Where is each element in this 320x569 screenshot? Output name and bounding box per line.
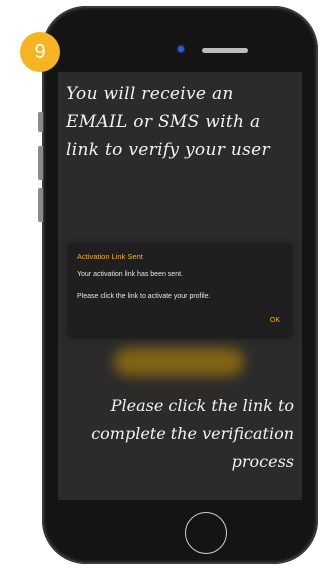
blurred-action-button — [114, 348, 244, 376]
volume-up-button — [38, 146, 43, 180]
headline-line: You will receive an — [66, 84, 234, 104]
speaker-grille-icon — [202, 48, 248, 53]
phone-screen: You will receive an EMAIL or SMS with a … — [58, 72, 302, 500]
front-camera-icon — [178, 46, 184, 52]
step-number-badge: 9 — [20, 32, 60, 72]
headline-line: link to verify your user — [66, 140, 270, 160]
instruction-headline: You will receive an EMAIL or SMS with a … — [66, 80, 296, 164]
home-button[interactable] — [185, 512, 227, 554]
dialog-title: Activation Link Sent — [77, 252, 143, 261]
footer-line: Please click the link to — [110, 396, 294, 415]
footer-line: process — [231, 452, 294, 471]
dialog-message: Please click the link to activate your p… — [77, 293, 211, 300]
ok-button[interactable]: OK — [270, 317, 280, 324]
volume-down-button — [38, 188, 43, 222]
footer-line: complete the verification — [91, 424, 294, 443]
instruction-footer: Please click the link to complete the ve… — [64, 392, 294, 476]
dialog-message: Your activation link has been sent. — [77, 271, 183, 278]
activation-dialog: Activation Link Sent Your activation lin… — [68, 243, 292, 336]
mute-switch — [38, 112, 43, 132]
headline-line: EMAIL or SMS with a — [66, 112, 261, 132]
